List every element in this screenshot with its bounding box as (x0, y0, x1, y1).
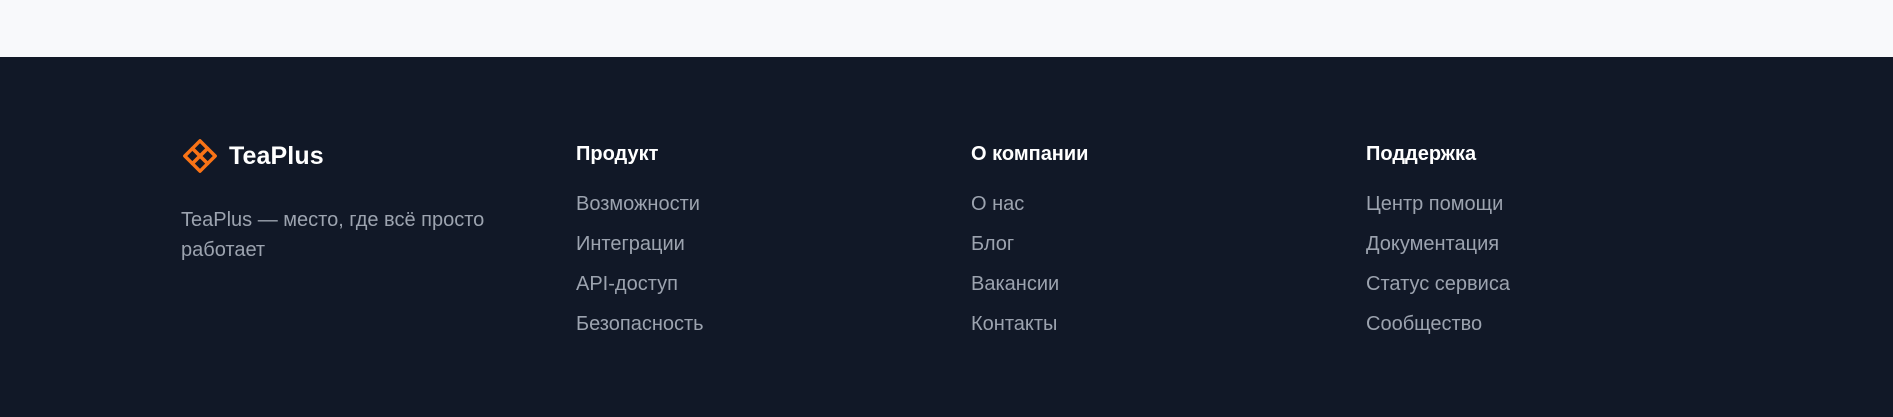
column-title: Поддержка (1366, 143, 1477, 165)
list-item: Блог (971, 229, 1088, 269)
footer-link-community[interactable]: Сообщество (1366, 313, 1482, 335)
page-top-area (0, 0, 1893, 57)
link-list: Центр помощи Документация Статус сервиса… (1366, 189, 1510, 349)
footer-link-careers[interactable]: Вакансии (971, 273, 1059, 295)
column-title: Продукт (576, 143, 659, 165)
footer-column-company: О компании О нас Блог Вакансии Контакты (971, 139, 1088, 349)
list-item: Вакансии (971, 269, 1088, 309)
footer-link-about[interactable]: О нас (971, 193, 1024, 215)
brand-tagline: TeaPlus — место, где всё просто работает (181, 209, 485, 261)
footer-column-support: Поддержка Центр помощи Документация Стат… (1366, 139, 1510, 349)
list-item: О нас (971, 189, 1088, 229)
footer-brand[interactable]: TeaPlus (181, 137, 324, 175)
footer-link-features[interactable]: Возможности (576, 193, 700, 215)
list-item: API-доступ (576, 269, 704, 309)
footer-link-integrations[interactable]: Интеграции (576, 233, 685, 255)
footer-link-security[interactable]: Безопасность (576, 313, 704, 335)
site-footer: TeaPlus TeaPlus — место, где всё просто … (0, 57, 1893, 417)
footer-link-service-status[interactable]: Статус сервиса (1366, 273, 1510, 295)
footer-link-documentation[interactable]: Документация (1366, 233, 1499, 255)
footer-link-api-access[interactable]: API-доступ (576, 273, 678, 295)
list-item: Возможности (576, 189, 704, 229)
list-item: Интеграции (576, 229, 704, 269)
brand-name: TeaPlus (229, 141, 324, 170)
list-item: Статус сервиса (1366, 269, 1510, 309)
list-item: Документация (1366, 229, 1510, 269)
footer-column-product: Продукт Возможности Интеграции API-досту… (576, 139, 704, 349)
footer-link-blog[interactable]: Блог (971, 233, 1014, 255)
list-item: Контакты (971, 309, 1088, 349)
footer-link-contacts[interactable]: Контакты (971, 313, 1057, 335)
list-item: Безопасность (576, 309, 704, 349)
column-title: О компании (971, 143, 1089, 165)
list-item: Сообщество (1366, 309, 1510, 349)
link-list: Возможности Интеграции API-доступ Безопа… (576, 189, 704, 349)
list-item: Центр помощи (1366, 189, 1510, 229)
link-list: О нас Блог Вакансии Контакты (971, 189, 1088, 349)
footer-link-help-center[interactable]: Центр помощи (1366, 193, 1503, 215)
teaplus-logo-icon (183, 139, 217, 173)
